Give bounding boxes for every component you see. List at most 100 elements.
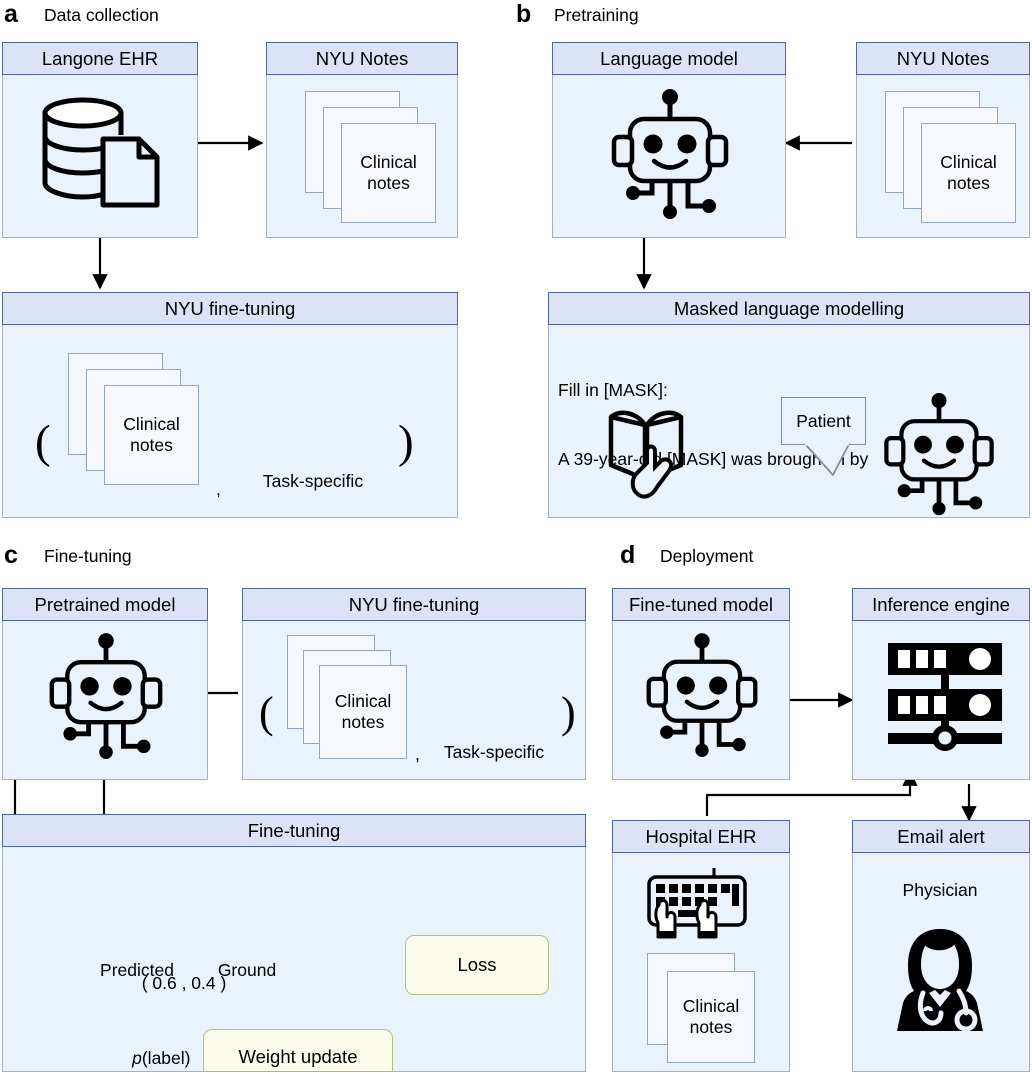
task-labels-a-line1: Task-specific	[262, 471, 364, 491]
box-langone-ehr-body	[2, 75, 198, 238]
panel-d-caption: Deployment	[660, 546, 754, 566]
weight-update-label: Weight update	[238, 1046, 358, 1067]
open-paren-a: (	[35, 416, 51, 468]
note-front: Clinical notes	[104, 385, 199, 485]
note-label-line2: notes	[689, 1017, 733, 1037]
note-label-line1: Clinical	[123, 414, 180, 434]
note-front-label: Clinical notes	[922, 124, 1015, 222]
panel-a-letter: a	[4, 0, 18, 28]
box-hospital-ehr-title: Hospital EHR	[612, 820, 790, 853]
box-email-alert[interactable]: Email alert Physician	[852, 820, 1030, 1072]
box-nyu-finetuning-a-title: NYU fine-tuning	[2, 292, 458, 325]
note-label-line1: Clinical	[682, 996, 740, 1016]
box-language-model-body	[552, 75, 786, 238]
note-label-line2: notes	[367, 173, 410, 193]
box-masked-lm-body: Fill in [MASK]: A 39-year-old [MASK] was…	[548, 325, 1030, 518]
figure-canvas: a Data collection Langone EHR NYU Notes	[0, 0, 1032, 1074]
box-nyu-finetuning-a-body: ( Clinical notes , Task-specific labels …	[2, 325, 458, 518]
box-email-alert-title: Email alert	[852, 820, 1030, 853]
predicted-p-rest: (label)	[141, 1048, 191, 1068]
box-nyu-notes-b[interactable]: NYU Notes Clinical notes	[856, 42, 1030, 238]
task-labels-c: Task-specific labels	[429, 697, 559, 779]
box-inference-engine[interactable]: Inference engine	[852, 588, 1030, 780]
box-langone-ehr[interactable]: Langone EHR	[2, 42, 198, 238]
comma-c: ,	[415, 744, 420, 764]
box-finetuned-model-body	[612, 621, 790, 780]
database-document-icon	[42, 97, 160, 208]
robot-icon	[646, 633, 758, 757]
box-fine-tuning-title: Fine-tuning	[2, 814, 586, 847]
book-hand-icon	[608, 410, 684, 499]
box-nyu-notes-b-body: Clinical notes	[856, 75, 1030, 238]
box-nyu-finetuning-c-title: NYU fine-tuning	[242, 588, 586, 621]
note-front: Clinical notes	[921, 123, 1016, 223]
panel-b-letter: b	[516, 0, 531, 28]
note-front-label: Clinical notes	[668, 972, 754, 1062]
panel-d-letter: d	[620, 541, 635, 569]
box-nyu-finetuning-a[interactable]: NYU fine-tuning ( Clinical notes , Task-…	[2, 292, 458, 518]
weight-update-box[interactable]: Weight update	[203, 1029, 393, 1071]
note-front: Clinical notes	[319, 665, 407, 759]
note-stack-a-ft: Clinical notes	[68, 353, 199, 485]
close-paren-c: )	[561, 688, 576, 737]
predicted-p-italic: p	[132, 1048, 142, 1068]
box-nyu-finetuning-c[interactable]: NYU fine-tuning ( Clinical notes , Task-…	[242, 588, 586, 780]
box-pretrained-model[interactable]: Pretrained model	[2, 588, 208, 780]
physician-icon	[897, 929, 983, 1032]
box-nyu-notes-a[interactable]: NYU Notes Clinical notes	[266, 42, 458, 238]
note-front: Clinical notes	[341, 123, 436, 223]
box-hospital-ehr[interactable]: Hospital EHR Clinical notes	[612, 820, 790, 1072]
box-nyu-notes-a-body: Clinical notes	[266, 75, 458, 238]
note-label-line1: Clinical	[940, 152, 997, 172]
box-nyu-notes-b-title: NYU Notes	[856, 42, 1030, 75]
close-paren-a: )	[398, 416, 414, 468]
box-inference-engine-title: Inference engine	[852, 588, 1030, 621]
panel-a-caption: Data collection	[44, 5, 159, 25]
note-stack-b: Clinical notes	[885, 91, 1016, 223]
physician-label: Physician	[902, 880, 978, 900]
box-finetuned-model-title: Fine-tuned model	[612, 588, 790, 621]
probability-values: ( 0.6 , 0.4 )	[141, 973, 227, 993]
keyboard-hands-icon	[647, 868, 747, 939]
loss-label: Loss	[457, 954, 497, 975]
box-language-model[interactable]: Language model	[552, 42, 786, 238]
note-label-line2: notes	[130, 435, 173, 455]
box-hospital-ehr-body: Clinical notes	[612, 853, 790, 1072]
box-langone-ehr-title: Langone EHR	[2, 42, 198, 75]
note-front: Clinical notes	[667, 971, 755, 1063]
box-fine-tuning-body: Predicted p(label) Ground truth ( 0.6 , …	[2, 847, 586, 1072]
open-paren-c: (	[259, 688, 274, 737]
note-stack-d: Clinical notes	[647, 953, 757, 1063]
box-nyu-finetuning-c-body: ( Clinical notes , Task-specific labels …	[242, 621, 586, 780]
task-labels-c-line1: Task-specific	[443, 742, 545, 762]
note-label-line1: Clinical	[360, 152, 417, 172]
server-rack-icon	[888, 643, 1002, 751]
speech-bubble-label: Patient	[796, 410, 851, 431]
robot-icon	[611, 89, 729, 219]
predicted-line2: p(label)	[77, 1025, 197, 1071]
panel-c-letter: c	[4, 541, 18, 569]
note-stack-c-ft: Clinical notes	[287, 635, 409, 759]
mlm-prompt-line3: ambulance.	[558, 517, 868, 518]
speech-bubble: Patient	[781, 397, 866, 445]
note-front-label: Clinical notes	[105, 386, 198, 484]
speech-bubble-tail	[804, 442, 850, 476]
panel-b-caption: Pretraining	[554, 5, 639, 25]
loss-box[interactable]: Loss	[405, 935, 549, 995]
note-front-label: Clinical notes	[342, 124, 435, 222]
task-labels-a: Task-specific labels	[233, 426, 393, 517]
box-masked-lm[interactable]: Masked language modelling Fill in [MASK]…	[548, 292, 1030, 518]
panel-c-caption: Fine-tuning	[44, 546, 132, 566]
box-finetuned-model[interactable]: Fine-tuned model	[612, 588, 790, 780]
robot-icon	[49, 633, 163, 759]
note-stack-a: Clinical notes	[305, 91, 436, 223]
box-masked-lm-title: Masked language modelling	[548, 292, 1030, 325]
box-language-model-title: Language model	[552, 42, 786, 75]
note-label-line2: notes	[947, 173, 990, 193]
box-nyu-notes-a-title: NYU Notes	[266, 42, 458, 75]
box-pretrained-model-title: Pretrained model	[2, 588, 208, 621]
box-pretrained-model-body	[2, 621, 208, 780]
robot-icon	[884, 393, 994, 516]
note-front-label: Clinical notes	[320, 666, 406, 758]
box-fine-tuning[interactable]: Fine-tuning Predicted p(label) Ground tr…	[2, 814, 586, 1072]
